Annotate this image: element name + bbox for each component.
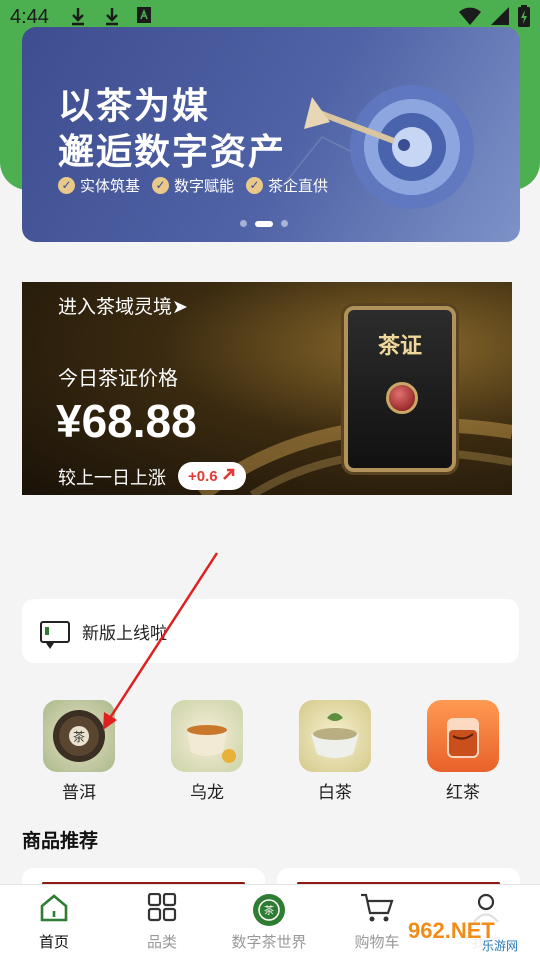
rise-arrow-icon (222, 467, 236, 485)
certificate-title: 茶证 (377, 333, 422, 359)
price-value: ¥68.88 (56, 395, 197, 447)
feature-label: 实体筑基 (80, 177, 141, 195)
feature-label: 茶企直供 (268, 177, 329, 195)
check-icon: ✓ (152, 177, 170, 194)
nav-digital-tea-world[interactable]: 茶 数字茶世界 (219, 893, 319, 952)
watermark-subtext: 乐游网 (482, 939, 518, 953)
nav-category[interactable]: 品类 (112, 892, 212, 952)
banner-feature: ✓ 实体筑基 (58, 175, 140, 196)
price-label: 今日茶证价格 (58, 366, 178, 390)
carousel-dot[interactable] (240, 220, 247, 227)
category-puer[interactable]: 茶 普洱 (43, 700, 115, 803)
tea-certificate-image: 茶证 (344, 306, 456, 472)
feature-label: 数字赋能 (174, 177, 235, 195)
cart-icon (360, 893, 394, 927)
category-oolong[interactable]: 乌龙 (171, 700, 243, 803)
oolong-tea-icon (171, 700, 243, 772)
svg-text:茶: 茶 (264, 904, 274, 917)
category-label: 乌龙 (190, 783, 224, 803)
banner-title-line2: 邂逅数字资产 (58, 132, 287, 173)
category-label: 普洱 (62, 783, 96, 803)
banner-feature: ✓ 茶企直供 (246, 175, 328, 196)
category-white-tea[interactable]: 白茶 (299, 700, 371, 803)
category-label: 红茶 (446, 783, 480, 803)
site-watermark: 962.NET 乐游网 (396, 908, 536, 956)
puer-tea-icon: 茶 (43, 700, 115, 772)
enter-tea-realm-link[interactable]: 进入茶域灵境➤ (58, 292, 188, 319)
nav-label: 首页 (38, 933, 69, 951)
grid-icon (146, 892, 178, 927)
carousel-dot[interactable] (281, 220, 288, 227)
notice-bar[interactable]: 新版上线啦 (22, 599, 519, 663)
notice-text: 新版上线啦 (82, 624, 167, 644)
price-change-badge: +0.6 (178, 462, 246, 490)
certificate-gem (386, 382, 418, 414)
nav-home[interactable]: 首页 (4, 893, 104, 952)
message-icon (40, 621, 70, 649)
tea-world-icon: 茶 (252, 894, 286, 931)
promo-banner[interactable]: 以茶为媒 邂逅数字资产 ✓ 实体筑基 ✓ 数字赋能 ✓ 茶企直供 (22, 27, 520, 242)
carousel-indicator[interactable] (240, 220, 288, 227)
black-tea-icon (427, 700, 499, 772)
section-title: 商品推荐 (22, 830, 99, 852)
nav-label: 品类 (146, 933, 177, 951)
white-tea-icon (299, 700, 371, 772)
price-change-value: +0.6 (188, 467, 218, 485)
banner-features: ✓ 实体筑基 ✓ 数字赋能 ✓ 茶企直供 (58, 175, 328, 196)
category-black-tea[interactable]: 红茶 (427, 700, 499, 803)
tea-certificate-price-card[interactable]: 进入茶域灵境➤ 今日茶证价格 ¥68.88 较上一日上涨 +0.6 茶证 (22, 282, 512, 495)
home-icon (38, 894, 70, 927)
svg-text:茶: 茶 (73, 729, 85, 744)
app-notification-icon (136, 6, 152, 29)
status-time: 4:44 (10, 6, 49, 28)
nav-label: 数字茶世界 (231, 933, 307, 951)
check-icon: ✓ (246, 177, 264, 194)
check-icon: ✓ (58, 177, 75, 194)
price-change-label: 较上一日上涨 (58, 468, 166, 489)
category-label: 白茶 (318, 783, 352, 803)
banner-feature: ✓ 数字赋能 (152, 175, 234, 196)
carousel-dot-active[interactable] (255, 220, 273, 227)
banner-title-line1: 以茶为媒 (58, 86, 211, 127)
